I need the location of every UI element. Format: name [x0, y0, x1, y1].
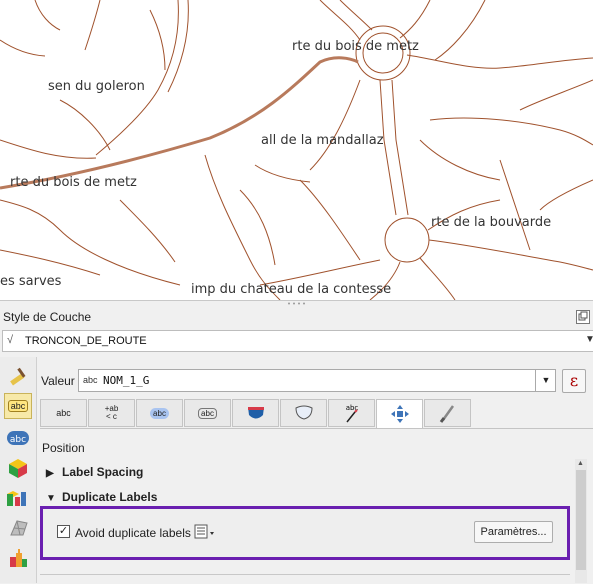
map-label: all de la mandallaz: [261, 133, 384, 148]
abc-placement-icon: abc: [345, 404, 358, 423]
tab-shadow[interactable]: [232, 399, 279, 427]
tab-text[interactable]: abc: [40, 399, 87, 427]
abc-text-icon: abc: [56, 408, 71, 418]
position-label: Position: [42, 441, 85, 455]
map-label: rte de la bouvarde: [431, 215, 552, 230]
data-defined-override-icon[interactable]: [193, 524, 217, 540]
float-panel-button[interactable]: [576, 310, 590, 324]
strip-history-button[interactable]: [4, 545, 32, 571]
style-mode-strip: abc abc: [0, 357, 37, 583]
avoid-duplicates-checkbox[interactable]: ✓: [57, 525, 70, 538]
expression-dropdown-button[interactable]: ▼: [535, 369, 556, 392]
tab-brush[interactable]: [424, 399, 471, 427]
tab-background[interactable]: abc: [184, 399, 231, 427]
abc-label-icon: abc: [7, 400, 29, 412]
strip-diagrams-button[interactable]: [4, 485, 32, 511]
map-label: sen du goleron: [48, 79, 145, 94]
float-icon: [578, 311, 588, 321]
epsilon-icon: ε: [569, 371, 579, 390]
callout-icon: [294, 405, 313, 420]
strip-mesh-button[interactable]: [4, 515, 32, 541]
label-expression-field[interactable]: abc NOM_1_G: [78, 369, 556, 392]
strip-labels-button[interactable]: abc: [4, 393, 32, 419]
tab-buffer[interactable]: abc: [136, 399, 183, 427]
mesh-icon: [10, 520, 28, 536]
map-label: imp du chateau de la contesse: [191, 282, 392, 297]
history-icon: [10, 549, 27, 567]
map-label: rte du bois de metz: [292, 39, 419, 54]
layer-selector[interactable]: √ TRONCON_DE_ROUTE ▼: [2, 330, 593, 352]
scroll-thumb[interactable]: [576, 470, 586, 570]
chevron-down-icon: ▼: [541, 375, 551, 385]
abc-buffer-icon: abc: [150, 407, 169, 419]
main-road: [0, 56, 359, 190]
expand-arrow-icon: ▶: [46, 468, 54, 479]
panel-title: Style de Couche: [3, 310, 92, 324]
chevron-down-icon: ▼: [585, 334, 593, 345]
map-label: es sarves: [0, 274, 62, 289]
section-title: Duplicate Labels: [62, 490, 158, 504]
strip-symbology-button[interactable]: [4, 363, 32, 389]
parameters-button[interactable]: Paramètres...: [474, 521, 553, 543]
abc-formatting-icon: +ab < c: [104, 404, 119, 421]
expression-value: NOM_1_G: [103, 374, 150, 387]
expression-builder-button[interactable]: ε: [562, 369, 586, 393]
label-spacing-section[interactable]: ▶ Label Spacing: [46, 465, 143, 479]
abc-mask-icon: abc: [7, 431, 29, 445]
diagram-icon: [7, 491, 26, 506]
move-icon: [390, 405, 409, 423]
map-label: rte du bois de metz: [10, 175, 137, 190]
avoid-duplicates-label: Avoid duplicate labels: [75, 526, 191, 540]
scroll-up-icon[interactable]: ▲: [577, 460, 584, 467]
duplicate-labels-section[interactable]: ▼ Duplicate Labels: [46, 490, 157, 504]
tab-formatting[interactable]: +ab < c: [88, 399, 135, 427]
section-title: Label Spacing: [62, 465, 144, 479]
valeur-label: Valeur: [41, 374, 75, 388]
shield-icon: [247, 407, 264, 419]
tab-rendering[interactable]: [376, 399, 423, 429]
brush-icon: [439, 405, 454, 423]
map-canvas[interactable]: rte du bois de metz sen du goleron all d…: [0, 0, 593, 300]
collapse-arrow-icon: ▼: [46, 493, 56, 504]
svg-text:abc: abc: [10, 435, 26, 445]
strip-3d-button[interactable]: [4, 455, 32, 481]
checkmark-icon: ✓: [58, 525, 69, 537]
strip-mask-button[interactable]: abc: [4, 425, 32, 451]
paintbrush-icon: [10, 367, 26, 386]
layer-name: TRONCON_DE_ROUTE: [25, 335, 147, 347]
section-divider: [40, 574, 570, 575]
splitter-handle[interactable]: [286, 302, 306, 305]
tab-placement[interactable]: abc: [328, 399, 375, 427]
tab-callouts[interactable]: [280, 399, 327, 427]
string-type-badge: abc: [83, 375, 98, 385]
line-layer-icon: √: [7, 334, 14, 346]
abc-background-icon: abc: [198, 407, 217, 419]
cube-icon: [9, 459, 27, 478]
label-settings-tabs: abc +ab < c abc abc abc: [40, 399, 593, 429]
